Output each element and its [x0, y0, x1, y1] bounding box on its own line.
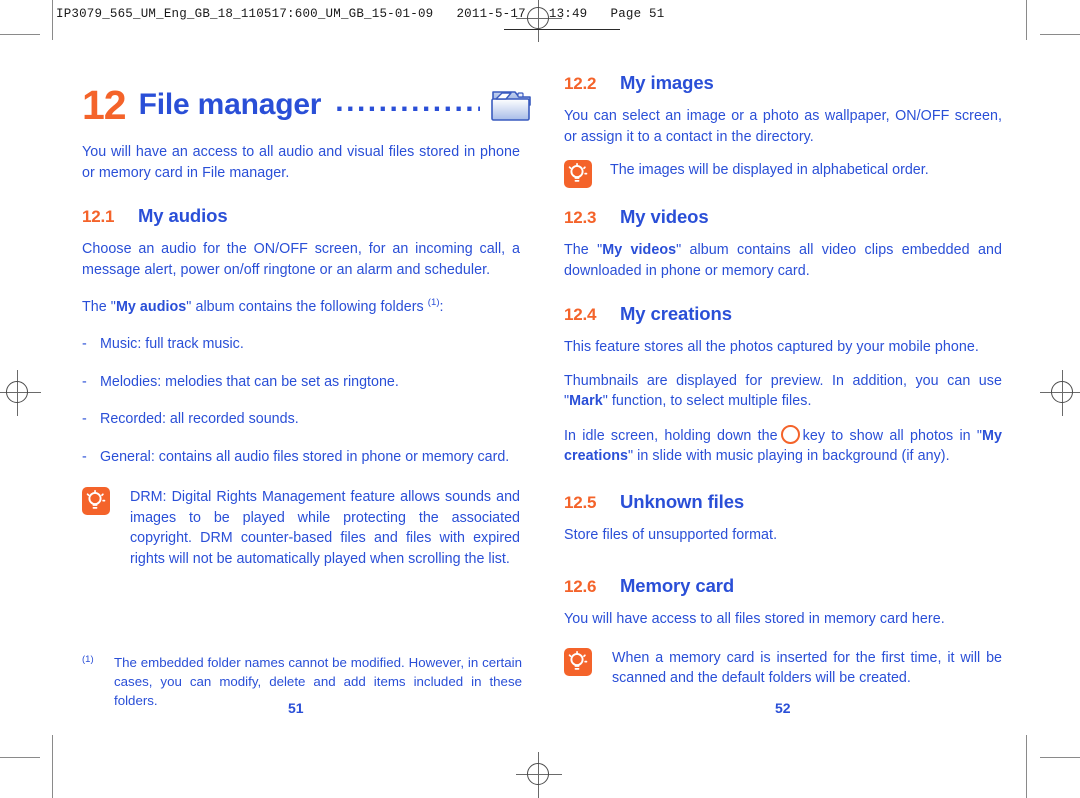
section-title: My images — [620, 72, 714, 93]
folder-icon — [488, 86, 532, 124]
videos-bold: My videos — [602, 242, 677, 258]
section-heading-12-3: 12.3 My videos — [564, 206, 1002, 228]
section-heading-12-5: 12.5 Unknown files — [564, 491, 1002, 513]
bullet-text: Recorded: all recorded sounds. — [100, 411, 299, 428]
round-key-icon — [780, 424, 800, 444]
mark-post: " function, to select multiple files. — [602, 393, 812, 409]
section-title: My videos — [620, 206, 709, 227]
section-12-1-paragraph-1: Choose an audio for the ON/OFF screen, f… — [82, 241, 520, 278]
tip-block-drm: DRM: Digital Rights Management feature a… — [82, 487, 520, 569]
tip-block-images-order: The images will be displayed in alphabet… — [564, 160, 1002, 188]
section-12-5-paragraph-1: Store files of unsupported format. — [564, 526, 778, 543]
footnote-text: The embedded folder names cannot be modi… — [114, 655, 522, 708]
bullet-dash: - — [82, 336, 87, 353]
section-title: My audios — [138, 205, 228, 226]
folders-intro-end: : — [439, 298, 444, 315]
section-heading-12-6: 12.6 Memory card — [564, 575, 1002, 597]
folders-intro-post: " album contains the following folders — [186, 298, 428, 315]
page-number-right: 52 — [775, 700, 791, 716]
idle-mid: key to show all photos in " — [802, 427, 983, 444]
bullet-dash: - — [82, 411, 87, 428]
footnote-marker: (1) — [82, 654, 94, 665]
tip-lightbulb-icon — [564, 647, 592, 676]
section-number: 12.5 — [564, 492, 597, 512]
tip-text: The images will be displayed in alphabet… — [610, 162, 929, 178]
idle-post: " in slide with music playing in backgro… — [628, 448, 950, 464]
section-12-1-folders-intro: The "My audios" album contains the follo… — [82, 293, 520, 317]
section-heading-12-1: 12.1 My audios — [82, 205, 520, 227]
bullet-dash: - — [82, 448, 87, 465]
section-12-2-paragraph-1: You can select an image or a photo as wa… — [564, 108, 1002, 145]
bullet-text: General: contains all audio files stored… — [100, 448, 510, 465]
list-item: - Recorded: all recorded sounds. — [82, 409, 520, 430]
section-12-4-paragraph-3: In idle screen, holding down the key to s… — [564, 424, 1002, 467]
page-number-left: 51 — [288, 700, 304, 716]
chapter-intro-paragraph: You will have an access to all audio and… — [82, 144, 520, 181]
tip-block-memory-card: When a memory card is inserted for the f… — [564, 647, 1002, 689]
section-title: Memory card — [620, 575, 735, 596]
section-number: 12.2 — [564, 74, 597, 93]
chapter-number: 12 — [82, 81, 127, 128]
tip-lightbulb-icon — [564, 160, 592, 188]
tip-lightbulb-icon — [82, 487, 110, 516]
section-number: 12.1 — [82, 207, 115, 226]
mark-bold: Mark — [569, 393, 603, 409]
chapter-name: File manager — [138, 88, 322, 121]
section-title: My creations — [620, 303, 732, 324]
section-number: 12.6 — [564, 577, 597, 596]
section-12-3-paragraph-1: The "My videos" album contains all video… — [564, 240, 1002, 281]
folders-intro-bold: My audios — [115, 298, 187, 315]
chapter-title: 12 File manager ................ — [82, 78, 532, 132]
right-column: 12.2 My images You can select an image o… — [564, 72, 1002, 703]
videos-pre: The " — [564, 242, 603, 258]
section-12-4-paragraph-1: This feature stores all the photos captu… — [564, 339, 979, 355]
list-item: - Melodies: melodies that can be set as … — [82, 372, 520, 393]
tip-text: DRM: Digital Rights Management feature a… — [130, 489, 520, 567]
section-number: 12.4 — [564, 305, 597, 324]
bullet-text: Music: full track music. — [100, 336, 244, 353]
chapter-leader-dots: ................ — [335, 87, 480, 117]
tip-text: When a memory card is inserted for the f… — [612, 649, 1002, 687]
section-12-4-paragraph-2: Thumbnails are displayed for preview. In… — [564, 371, 1002, 412]
list-item: - Music: full track music. — [82, 334, 520, 355]
bullet-dash: - — [82, 373, 87, 390]
footnote-ref-1: (1) — [427, 297, 440, 308]
section-heading-12-4: 12.4 My creations — [564, 303, 1002, 325]
section-12-6-paragraph-1: You will have access to all files stored… — [564, 611, 945, 627]
idle-pre: In idle screen, holding down the — [564, 427, 778, 444]
bullet-text: Melodies: melodies that can be set as ri… — [100, 373, 399, 390]
document-page: 12 File manager ................ — [0, 0, 1080, 798]
section-title: Unknown files — [620, 490, 745, 512]
section-heading-12-2: 12.2 My images — [564, 72, 1002, 94]
section-number: 12.3 — [564, 208, 597, 227]
list-item: - General: contains all audio files stor… — [82, 447, 520, 468]
left-column: You will have an access to all audio and… — [82, 142, 520, 583]
folders-intro-pre: The " — [82, 298, 116, 315]
